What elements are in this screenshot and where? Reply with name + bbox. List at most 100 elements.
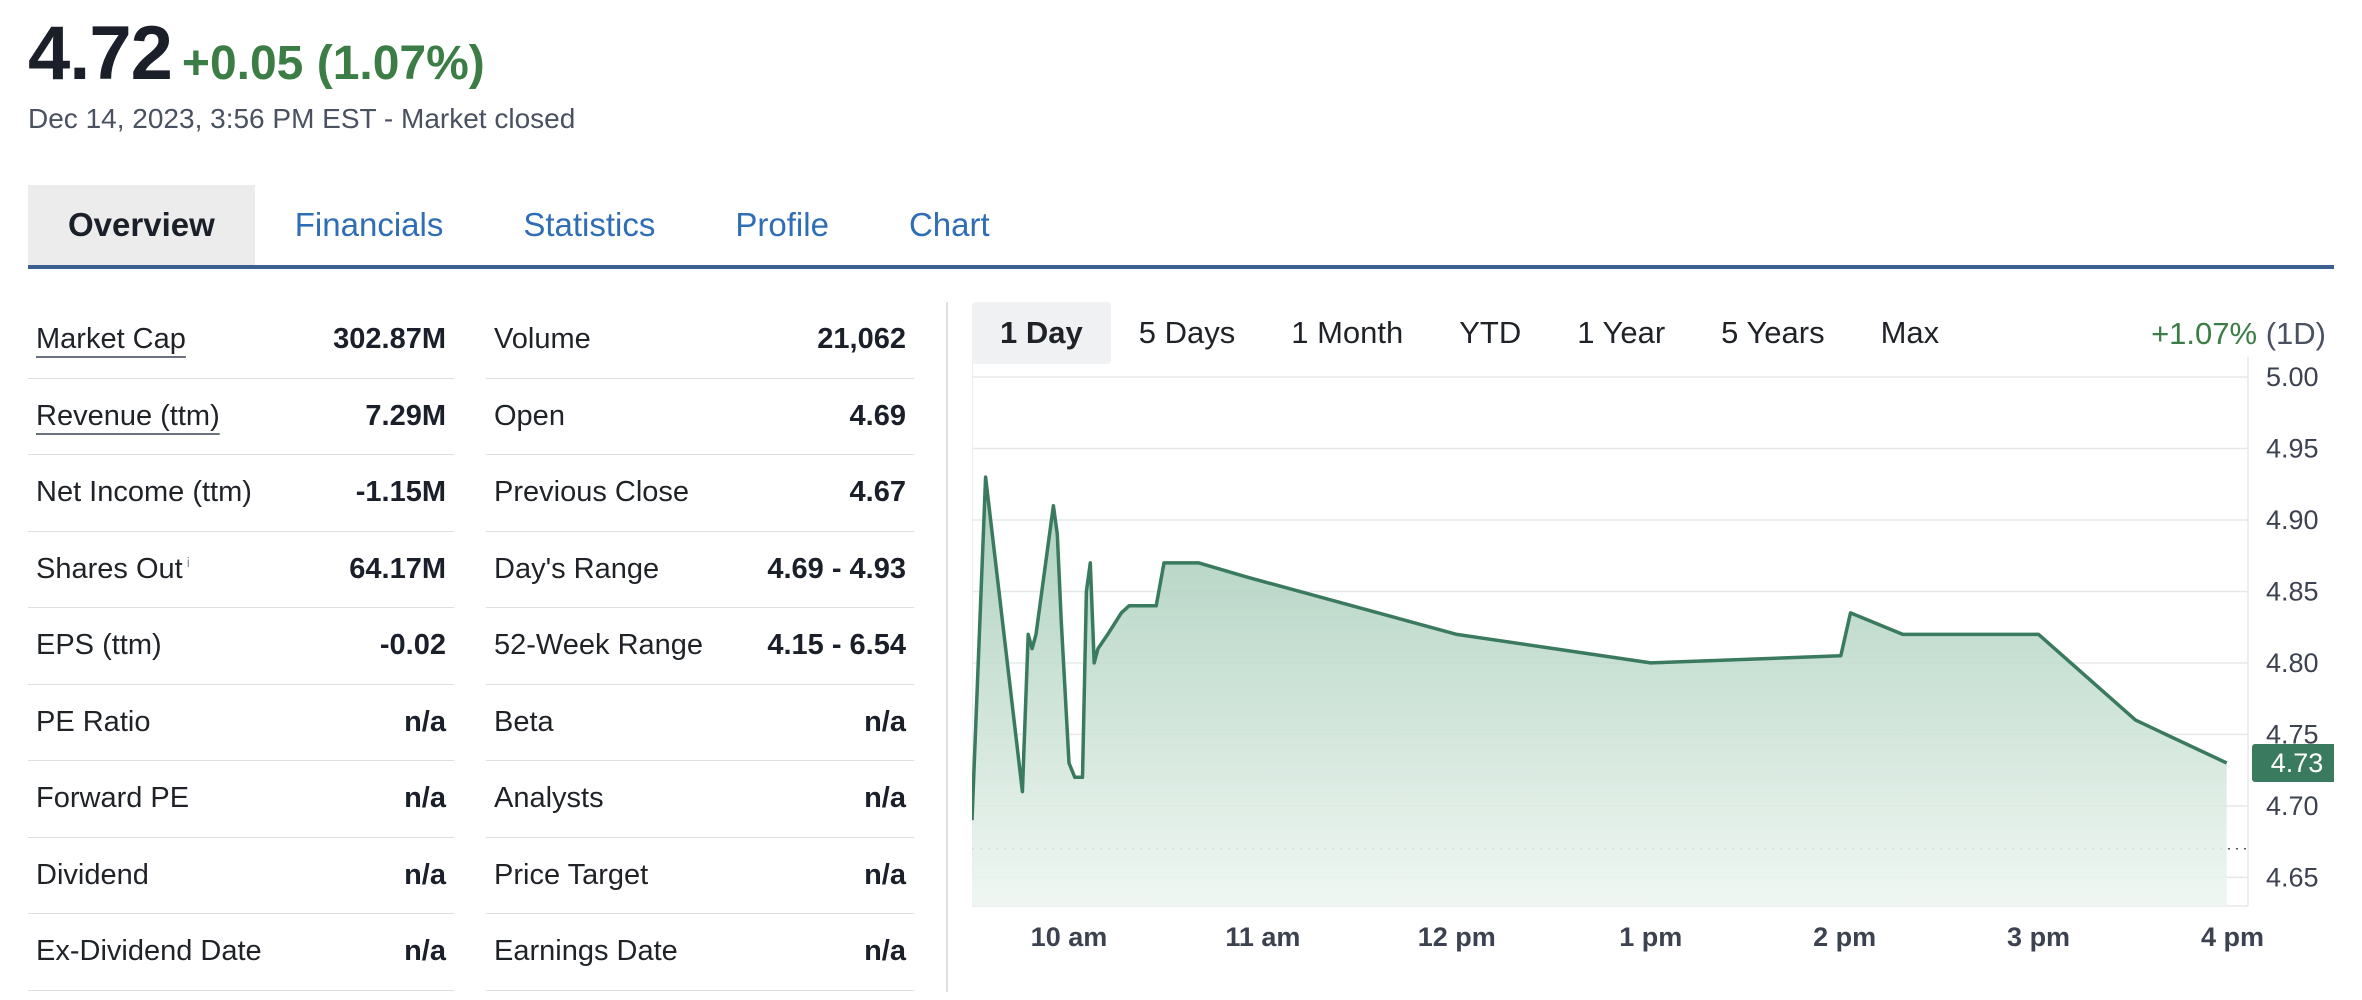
stat-value: 4.69 (849, 399, 906, 432)
stat-label: Ex-Dividend Date (36, 935, 262, 968)
stat-value: 4.15 - 6.54 (767, 629, 906, 662)
stat-value: -0.02 (379, 629, 446, 662)
current-price: 4.72 (28, 11, 173, 96)
stat-value: n/a (864, 858, 906, 891)
table-row: Previous Close 4.67 (486, 455, 914, 532)
stat-value: 4.69 - 4.93 (767, 552, 906, 585)
stat-label-wrap: Shares Out i (36, 553, 190, 586)
y-tick-label: 4.85 (2266, 576, 2319, 606)
price-row: 4.72 +0.05 (1.07%) (28, 10, 575, 97)
range-1-year-button[interactable]: 1 Year (1549, 302, 1693, 364)
column-divider (946, 302, 948, 992)
x-tick-label: 11 am (1225, 922, 1300, 952)
range-1-day-button[interactable]: 1 Day (972, 302, 1111, 364)
stat-label: Earnings Date (494, 935, 678, 968)
table-row: Day's Range 4.69 - 4.93 (486, 532, 914, 608)
section-tabs: Overview Financials Statistics Profile C… (28, 185, 2334, 269)
table-row: Dividend n/a (28, 838, 454, 914)
table-row: Shares Out i 64.17M (28, 532, 454, 608)
range-max-button[interactable]: Max (1853, 302, 1968, 364)
table-row: Volume 21,062 (486, 302, 914, 379)
table-row: Forward PE n/a (28, 761, 454, 838)
stat-label: PE Ratio (36, 705, 151, 738)
stat-label: Open (494, 399, 565, 432)
x-tick-label: 2 pm (1813, 922, 1876, 952)
chart-performance: +1.07% (1D) (2151, 316, 2326, 352)
stat-label: Day's Range (494, 552, 660, 585)
market-cap-link[interactable]: Market Cap (36, 323, 186, 356)
stat-value: 4.67 (849, 476, 906, 509)
stat-value: n/a (864, 935, 906, 968)
y-tick-label: 5.00 (2266, 362, 2319, 392)
stat-value: 64.17M (349, 552, 446, 585)
table-row: PE Ratio n/a (28, 685, 454, 761)
y-tick-label: 4.90 (2266, 505, 2319, 535)
quote-timestamp: Dec 14, 2023, 3:56 PM EST - Market close… (28, 103, 576, 134)
x-tick-label: 10 am (1031, 922, 1108, 952)
stat-label: Analysts (494, 782, 604, 815)
x-tick-label: 4 pm (2201, 922, 2264, 952)
range-5-days-button[interactable]: 5 Days (1111, 302, 1263, 364)
tab-statistics[interactable]: Statistics (483, 185, 695, 265)
stat-label: Forward PE (36, 782, 190, 815)
stat-value: -1.15M (355, 476, 446, 509)
stat-label: Dividend (36, 858, 149, 891)
y-tick-label: 4.65 (2266, 862, 2319, 892)
stat-value: n/a (864, 705, 906, 738)
performance-period: (1D) (2265, 316, 2326, 351)
price-area (972, 477, 2227, 906)
table-row: Price Target n/a (486, 838, 914, 914)
chart-range-selector: 1 Day 5 Days 1 Month YTD 1 Year 5 Years … (972, 302, 1967, 364)
table-row: Net Income (ttm) -1.15M (28, 455, 454, 532)
stats-table-left: Market Cap 302.87M Revenue (ttm) 7.29M N… (28, 302, 454, 991)
stat-label: Volume (494, 323, 591, 356)
stat-value: 302.87M (333, 323, 446, 356)
range-1-month-button[interactable]: 1 Month (1263, 302, 1431, 364)
stat-value: 21,062 (817, 323, 906, 356)
stat-label: Previous Close (494, 476, 690, 509)
price-chart[interactable]: 5.004.954.904.854.804.754.704.6510 am 11 … (972, 302, 2334, 1000)
tab-chart[interactable]: Chart (869, 185, 1030, 265)
last-price-label: 4.73 (2271, 748, 2324, 778)
stat-label: Price Target (494, 858, 649, 891)
tab-financials[interactable]: Financials (255, 185, 484, 265)
table-row: Ex-Dividend Date n/a (28, 914, 454, 991)
price-chart-panel: 5.00 4.95 4.90 4.85 4.80 4.75 4.70 4.65 10 am 11 … (972, 302, 2334, 1000)
table-row: EPS (ttm) -0.02 (28, 608, 454, 685)
y-tick-label: 4.70 (2266, 791, 2319, 821)
stat-label: Net Income (ttm) (36, 476, 252, 509)
info-icon[interactable]: i (187, 554, 190, 570)
tab-profile[interactable]: Profile (695, 185, 869, 265)
table-row: Revenue (ttm) 7.29M (28, 379, 454, 455)
tab-overview[interactable]: Overview (28, 185, 255, 265)
table-row: 52-Week Range 4.15 - 6.54 (486, 608, 914, 685)
stock-quote-page: 4.72 +0.05 (1.07%) Dec 14, 2023, 3:56 PM… (0, 0, 2362, 1000)
range-ytd-button[interactable]: YTD (1431, 302, 1549, 364)
revenue-link[interactable]: Revenue (ttm) (36, 400, 220, 433)
x-tick-label: 1 pm (1619, 922, 1682, 952)
stat-value: 7.29M (365, 399, 446, 432)
table-row: Beta n/a (486, 685, 914, 761)
stat-label: Beta (494, 705, 554, 738)
stat-value: n/a (404, 782, 446, 815)
performance-percent: +1.07% (2151, 316, 2258, 351)
x-tick-label: 12 pm (1418, 922, 1496, 952)
stat-value: n/a (864, 782, 906, 815)
stats-table-right: Volume 21,062 Open 4.69 Previous Close 4… (486, 302, 914, 991)
price-change: +0.05 (1.07%) (181, 37, 485, 90)
stat-value: n/a (404, 858, 446, 891)
y-tick-label: 4.95 (2266, 433, 2319, 463)
stat-value: n/a (404, 705, 446, 738)
price-header: 4.72 +0.05 (1.07%) Dec 14, 2023, 3:56 PM… (28, 10, 575, 135)
stat-value: n/a (404, 935, 446, 968)
stat-label: 52-Week Range (494, 629, 704, 662)
y-tick-label: 4.80 (2266, 648, 2319, 678)
stat-label: Shares Out (36, 552, 183, 585)
table-row: Open 4.69 (486, 379, 914, 455)
table-row: Market Cap 302.87M (28, 302, 454, 379)
x-tick-label: 3 pm (2007, 922, 2070, 952)
stat-label: EPS (ttm) (36, 629, 162, 662)
table-row: Earnings Date n/a (486, 914, 914, 991)
range-5-years-button[interactable]: 5 Years (1693, 302, 1852, 364)
table-row: Analysts n/a (486, 761, 914, 838)
